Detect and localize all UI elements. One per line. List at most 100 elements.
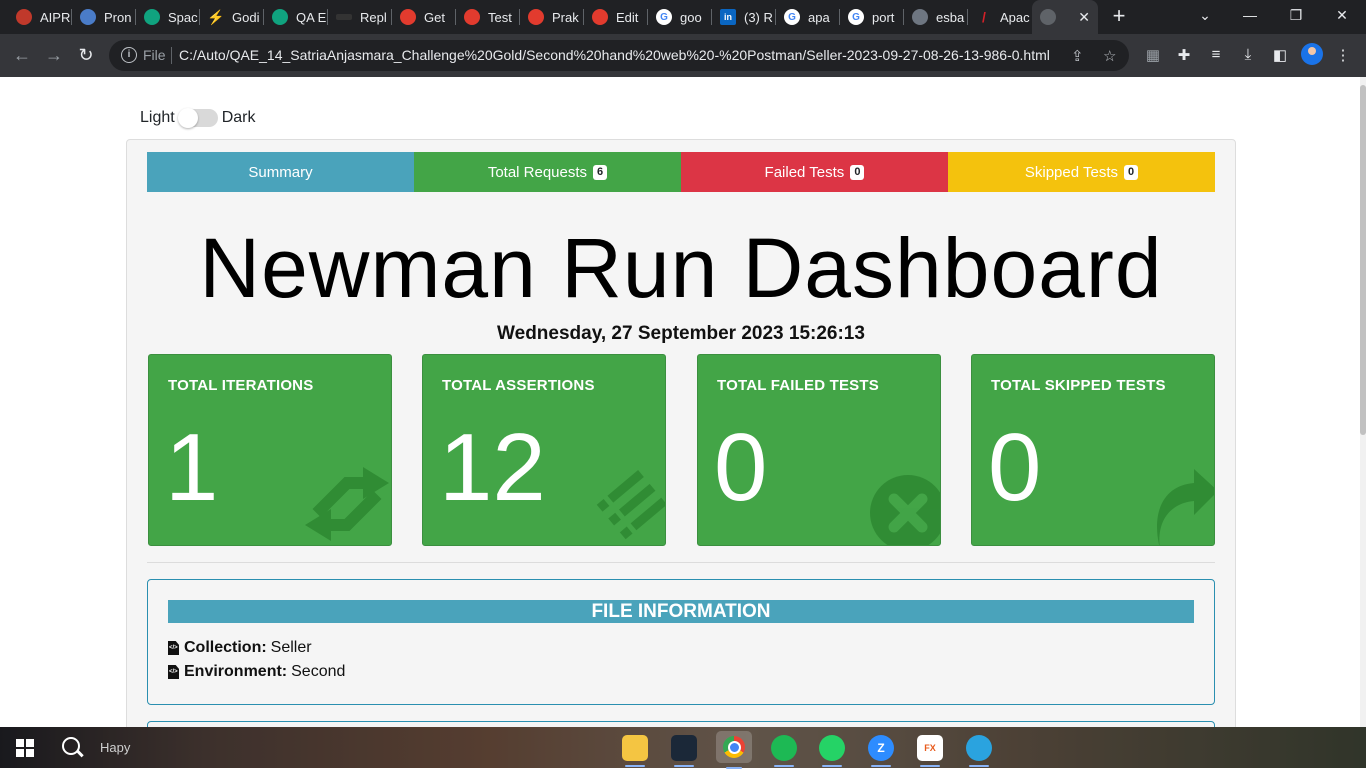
total-requests-badge: 6 [593, 164, 608, 180]
minimize-button[interactable]: — [1235, 7, 1265, 23]
card-value: 1 [165, 414, 219, 521]
dashboard-container: Summary Total Requests 6 Failed Tests 0 … [126, 139, 1236, 727]
browser-tab[interactable]: QA E [264, 0, 328, 34]
restore-button[interactable]: ❐ [1281, 7, 1311, 24]
spotify-icon[interactable] [771, 735, 797, 767]
download-icon[interactable]: ⤓ [1238, 46, 1258, 63]
card-title: TOTAL SKIPPED TESTS [991, 377, 1166, 394]
telegram-icon[interactable] [966, 735, 992, 767]
browser-tab[interactable]: Edit [584, 0, 648, 34]
whatsapp-icon[interactable] [819, 735, 845, 767]
tab-close-icon[interactable]: ✕ [1078, 9, 1090, 26]
postman-favicon-icon [528, 9, 544, 25]
browser-tab[interactable]: / Apac [968, 0, 1032, 34]
tab-label: Godi [232, 9, 260, 25]
tab-label: Spac [168, 9, 198, 25]
browser-tab[interactable]: Pron [72, 0, 136, 34]
file-code-icon [168, 641, 179, 655]
tab-skipped-tests[interactable]: Skipped Tests 0 [948, 152, 1215, 192]
failed-tests-badge: 0 [850, 164, 865, 180]
info-icon[interactable]: i [121, 47, 137, 63]
globe-favicon-icon [1040, 9, 1056, 25]
windows-taskbar: Hapy Z FX [0, 727, 1366, 769]
dailyfx-icon[interactable]: FX [917, 735, 943, 767]
list-icon [596, 470, 665, 540]
address-bar[interactable]: i File C:/Auto/QAE_14_SatriaAnjasmara_Ch… [109, 40, 1129, 71]
share-icon[interactable]: ⇪ [1071, 47, 1084, 65]
browser-tab[interactable]: in (3) R [712, 0, 776, 34]
browser-tab[interactable]: G port [840, 0, 904, 34]
file-information-panel: FILE INFORMATION Collection: Seller Envi… [147, 579, 1215, 705]
tab-search-chevron-icon[interactable]: ⌄ [1190, 7, 1220, 24]
chatgpt-favicon-icon [144, 9, 160, 25]
file-scheme-label: File [143, 47, 166, 63]
google-favicon-icon: G [848, 9, 864, 25]
browser-tab[interactable]: Repl [328, 0, 392, 34]
replit-favicon-icon [336, 14, 352, 20]
file-explorer-icon[interactable] [622, 735, 648, 767]
media-queue-icon[interactable]: ≡ [1206, 46, 1226, 63]
linkedin-favicon-icon: in [720, 9, 736, 25]
zoom-icon[interactable]: Z [868, 735, 894, 767]
report-nav-tabs: Summary Total Requests 6 Failed Tests 0 … [147, 152, 1215, 192]
card-value: 0 [714, 414, 768, 521]
share-arrow-icon [1157, 469, 1214, 545]
tab-failed-tests[interactable]: Failed Tests 0 [681, 152, 948, 192]
extensions-puzzle-icon[interactable]: ✚ [1174, 46, 1194, 64]
tab-label: apa [808, 9, 830, 25]
profile-avatar[interactable] [1301, 43, 1323, 65]
browser-tab[interactable]: G goo [648, 0, 712, 34]
new-tab-button[interactable]: + [1108, 5, 1130, 28]
search-icon[interactable] [62, 737, 80, 755]
file-information-heading: FILE INFORMATION [168, 600, 1194, 623]
tab-label: QA E [296, 9, 327, 25]
tab-failed-tests-label: Failed Tests [764, 163, 845, 181]
scrollbar-thumb[interactable] [1360, 85, 1366, 435]
tab-summary[interactable]: Summary [147, 152, 414, 192]
chrome-icon[interactable] [716, 731, 752, 769]
chatgpt-favicon-icon [272, 9, 288, 25]
windows-start-icon[interactable] [16, 739, 34, 757]
environment-value: Second [291, 663, 346, 680]
tab-summary-label: Summary [248, 163, 313, 181]
browser-tab[interactable]: esba [904, 0, 968, 34]
tab-total-requests-label: Total Requests [487, 163, 588, 181]
tab-label: Prak [552, 9, 579, 25]
back-arrow-icon[interactable]: ← [11, 45, 33, 65]
tab-total-requests[interactable]: Total Requests 6 [414, 152, 681, 192]
reload-icon[interactable]: ↻ [75, 45, 97, 65]
apache-feather-favicon-icon: / [982, 9, 986, 25]
menu-kebab-icon[interactable]: ⋮ [1333, 46, 1353, 64]
tab-label: (3) R [744, 9, 773, 25]
bookmark-star-icon[interactable]: ☆ [1103, 47, 1116, 65]
page-scrollbar[interactable] [1360, 77, 1366, 727]
divider [147, 562, 1215, 563]
times-circle-icon [870, 475, 940, 545]
environment-label: Environment: [184, 663, 288, 680]
side-panel-icon[interactable]: ◧ [1270, 46, 1290, 64]
browser-tab-active[interactable]: ✕ [1032, 0, 1098, 34]
browser-tab[interactable]: ⚡ Godi [200, 0, 264, 34]
theme-switch[interactable] [177, 108, 218, 128]
browser-tab[interactable]: Spac [136, 0, 200, 34]
tab-label: esba [936, 9, 965, 25]
browser-toolbar: ← → ↻ i File C:/Auto/QAE_14_SatriaAnjasm… [0, 34, 1366, 78]
card-title: TOTAL ASSERTIONS [442, 377, 595, 394]
card-title: TOTAL FAILED TESTS [717, 377, 879, 394]
forward-arrow-icon[interactable]: → [43, 45, 65, 65]
browser-tab[interactable]: G apa [776, 0, 840, 34]
browser-tab[interactable]: Get [392, 0, 456, 34]
light-label: Light [140, 109, 175, 126]
taskbar-search-text[interactable]: Hapy [100, 740, 130, 755]
browser-tab[interactable]: Prak [520, 0, 584, 34]
tab-label: goo [680, 9, 702, 25]
close-window-button[interactable]: ✕ [1327, 7, 1357, 24]
tab-label: Get [424, 9, 445, 25]
steam-icon[interactable] [671, 735, 697, 767]
browser-tab[interactable]: AIPR [8, 0, 72, 34]
browser-tab-strip: AIPR Pron Spac ⚡ Godi QA E Repl Get Test… [0, 0, 1366, 34]
collection-row: Collection: Seller [168, 639, 312, 657]
browser-tab[interactable]: Test [456, 0, 520, 34]
url-text[interactable]: C:/Auto/QAE_14_SatriaAnjasmara_Challenge… [179, 47, 1050, 63]
extension-tile-icon[interactable]: ▦ [1143, 46, 1163, 64]
